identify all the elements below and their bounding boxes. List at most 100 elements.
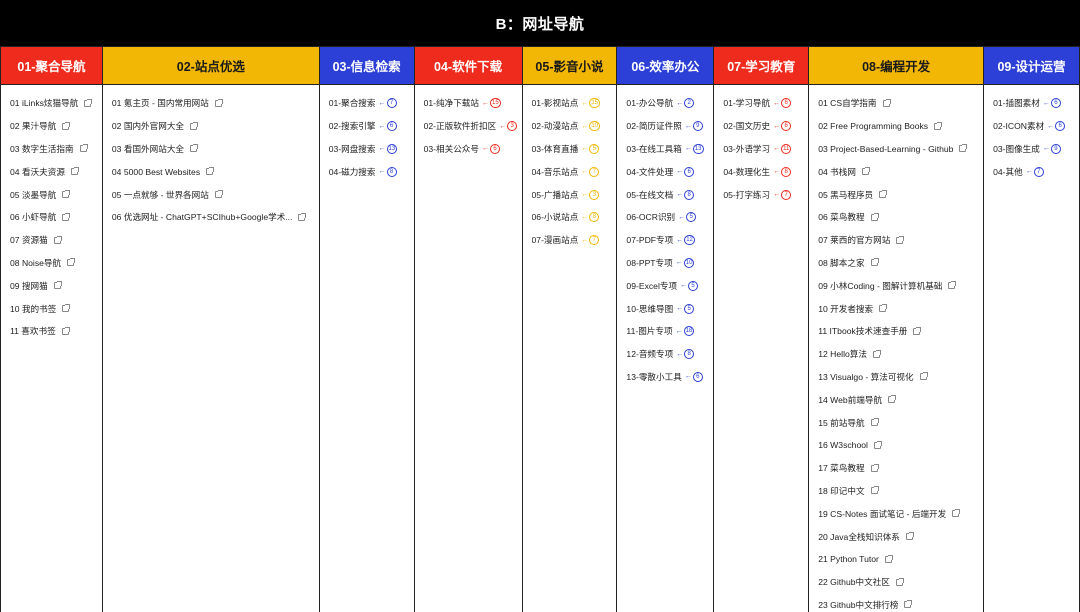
nav-link[interactable]: 04-其他 ← 7 (984, 160, 1079, 183)
nav-link[interactable]: 01-学习导航 ← 6 (714, 92, 808, 115)
nav-link[interactable]: 02-正版软件折扣区 ← 3 (415, 115, 522, 138)
category-header[interactable]: 08-编程开发 (809, 47, 984, 85)
nav-link[interactable]: 05 一点就够 - 世界各网站 (103, 183, 319, 206)
nav-link[interactable]: 02-ICON素材 ← 6 (984, 115, 1079, 138)
nav-link[interactable]: 09 搜网猫 (1, 274, 102, 297)
nav-link[interactable]: 10-思维导图 ← 5 (617, 297, 713, 320)
nav-link[interactable]: 03-在线工具箱 ← 13 (617, 138, 713, 161)
nav-link[interactable]: 06 优选网址 - ChatGPT+SCIhub+Google学术... (103, 206, 319, 229)
nav-link[interactable]: 01-办公导航 ← 2 (617, 92, 713, 115)
external-link-icon (913, 326, 922, 335)
category-header[interactable]: 05-影音小说 (522, 47, 617, 85)
nav-link-label: 10 开发者搜索 (818, 303, 874, 314)
nav-link[interactable]: 03-网盘搜索 ← 13 (320, 138, 414, 161)
nav-link[interactable]: 09 小林Coding - 图解计算机基础 (809, 274, 983, 297)
nav-link[interactable]: 04-数理化生 ← 8 (714, 160, 808, 183)
nav-link[interactable]: 05 淡墨导航 (1, 183, 102, 206)
nav-link[interactable]: 02-动漫站点 ← 10 (523, 115, 617, 138)
nav-link[interactable]: 01-插图素材 ← 6 (984, 92, 1079, 115)
nav-link[interactable]: 12 Hello算法 (809, 343, 983, 366)
category-column: 08-编程开发 01 CS自学指南 02 Free Programming Book… (809, 47, 985, 612)
external-link-icon (67, 258, 76, 267)
nav-link[interactable]: 07-漫画站点 ← 7 (523, 229, 617, 252)
nav-link[interactable]: 13-零散小工具 ← 6 (617, 366, 713, 389)
nav-link[interactable]: 04-文件处理 ← 6 (617, 160, 713, 183)
nav-link[interactable]: 07 莱西的官方网站 (809, 229, 983, 252)
nav-link[interactable]: 08 Noise导航 (1, 252, 102, 275)
nav-link[interactable]: 01 氪主页 - 国内常用网站 (103, 92, 319, 115)
nav-link[interactable]: 21 Python Tutor (809, 548, 983, 571)
nav-link[interactable]: 10 开发者搜索 (809, 297, 983, 320)
arrow-left-icon: ← (482, 99, 489, 107)
nav-link[interactable]: 05-在线文档 ← 8 (617, 183, 713, 206)
nav-link[interactable]: 06-小说站点 ← 8 (523, 206, 617, 229)
count-badge-number: 6 (1050, 98, 1061, 109)
nav-link[interactable]: 11-图片专项 ← 18 (617, 320, 713, 343)
nav-link[interactable]: 20 Java全栈知识体系 (809, 525, 983, 548)
external-link-icon (53, 235, 62, 244)
nav-link[interactable]: 16 W3school (809, 434, 983, 457)
nav-link[interactable]: 02 Free Programming Books (809, 115, 983, 138)
arrow-left-icon: ← (1042, 99, 1050, 107)
count-badge-number: 7 (1033, 166, 1044, 177)
nav-link[interactable]: 03-体育直播 ← 5 (523, 138, 617, 161)
nav-link[interactable]: 05-广播站点 ← 3 (523, 183, 617, 206)
category-header[interactable]: 01-聚合导航 (1, 47, 102, 85)
nav-link[interactable]: 22 Github中文社区 (809, 571, 983, 594)
nav-link[interactable]: 11 喜欢书签 (1, 320, 102, 343)
nav-link[interactable]: 01-聚合搜索 ← 7 (320, 92, 414, 115)
nav-link[interactable]: 01-纯净下载站 ← 15 (415, 92, 522, 115)
nav-link[interactable]: 15 前站导航 (809, 411, 983, 434)
nav-link[interactable]: 13 Visualgo - 算法可视化 (809, 366, 983, 389)
category-header[interactable]: 03-信息检索 (319, 47, 414, 85)
nav-link[interactable]: 01 iLinks炫猫导航 (1, 92, 102, 115)
category-header[interactable]: 09-设计运营 (984, 47, 1079, 85)
nav-link[interactable]: 11 ITbook技术速查手册 (809, 320, 983, 343)
nav-link[interactable]: 03 Project-Based-Learning - Github (809, 138, 983, 161)
nav-link[interactable]: 08 脚本之家 (809, 252, 983, 275)
nav-link[interactable]: 02 果汁导航 (1, 115, 102, 138)
category-header[interactable]: 02-站点优选 (102, 47, 319, 85)
category-header[interactable]: 04-软件下载 (414, 47, 522, 85)
nav-link[interactable]: 05-打字练习 ← 7 (714, 183, 808, 206)
nav-link[interactable]: 12-音频专项 ← 8 (617, 343, 713, 366)
nav-link-label: 03-相关公众号 (423, 143, 479, 154)
category-header[interactable]: 07-学习教育 (714, 47, 809, 85)
nav-link[interactable]: 03 数字生活指南 (1, 138, 102, 161)
nav-link[interactable]: 01-影视站点 ← 15 (523, 92, 617, 115)
nav-link[interactable]: 01 CS自学指南 (809, 92, 983, 115)
nav-link[interactable]: 05 黑马程序员 (809, 183, 983, 206)
nav-link[interactable]: 06 菜鸟教程 (809, 206, 983, 229)
nav-link[interactable]: 10 我的书签 (1, 297, 102, 320)
nav-link[interactable]: 09-Excel专项 ← 5 (617, 274, 713, 297)
count-badge: ← 13 (685, 143, 704, 154)
nav-link[interactable]: 04 书栈网 (809, 160, 983, 183)
nav-link[interactable]: 06 小虾导航 (1, 206, 102, 229)
nav-link[interactable]: 02-国文历史 ← 6 (714, 115, 808, 138)
nav-link[interactable]: 19 CS-Notes 面试笔记 - 后端开发 (809, 502, 983, 525)
nav-link[interactable]: 02 国内外官网大全 (103, 115, 319, 138)
nav-link-label: 09 小林Coding - 图解计算机基础 (818, 280, 943, 291)
arrow-left-icon: ← (678, 213, 686, 221)
count-badge: ← 18 (676, 326, 695, 337)
nav-link[interactable]: 04-磁力搜索 ← 8 (320, 160, 414, 183)
nav-link[interactable]: 17 菜鸟教程 (809, 457, 983, 480)
nav-link[interactable]: 06-OCR识别 ← 5 (617, 206, 713, 229)
nav-link[interactable]: 03-外语学习 ← 11 (714, 138, 808, 161)
category-header[interactable]: 06-效率办公 (617, 47, 714, 85)
nav-link[interactable]: 02-搜索引擎 ← 6 (320, 115, 414, 138)
nav-link[interactable]: 14 Web前端导航 (809, 388, 983, 411)
nav-link[interactable]: 03-图像生成 ← 9 (984, 138, 1079, 161)
nav-link[interactable]: 18 印记中文 (809, 480, 983, 503)
nav-link[interactable]: 03-相关公众号 ← 6 (415, 138, 522, 161)
nav-link[interactable]: 04 5000 Best Websites (103, 160, 319, 183)
nav-link[interactable]: 02-简历证件照 ← 9 (617, 115, 713, 138)
nav-link-label: 03-图像生成 (993, 143, 1040, 154)
nav-link[interactable]: 23 Github中文排行榜 (809, 594, 983, 612)
nav-link[interactable]: 03 看国外网站大全 (103, 138, 319, 161)
nav-link[interactable]: 04-音乐站点 ← 7 (523, 160, 617, 183)
nav-link[interactable]: 07 资源猫 (1, 229, 102, 252)
nav-link[interactable]: 08-PPT专项 ← 10 (617, 252, 713, 275)
nav-link[interactable]: 07-PDF专项 ← 12 (617, 229, 713, 252)
nav-link[interactable]: 04 看沃夫资源 (1, 160, 102, 183)
